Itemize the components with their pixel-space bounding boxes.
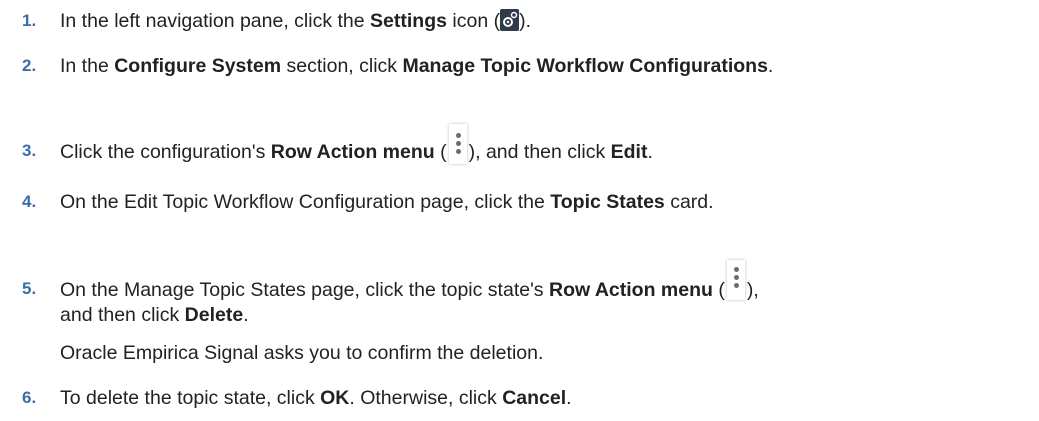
step-text: In the Configure System section, click M… (60, 55, 774, 77)
step-number: 4. (22, 192, 37, 211)
step-text: On the Edit Topic Workflow Configuration… (60, 191, 714, 213)
delete-label: Delete (184, 304, 244, 326)
settings-gear-icon (500, 9, 520, 31)
topic-states-label: Topic States (550, 191, 665, 213)
settings-label: Settings (370, 10, 447, 32)
manage-topic-workflow-label: Manage Topic Workflow Configurations (402, 55, 768, 77)
step-text-continued: and then click Delete. (60, 304, 249, 326)
step-text: To delete the topic state, click OK. Oth… (60, 387, 572, 409)
step-number: 6. (22, 388, 37, 407)
step-text: On the Manage Topic States page, click t… (60, 260, 759, 302)
step-number: 2. (22, 56, 37, 75)
step-text: Click the configuration's Row Action men… (60, 124, 653, 164)
step-number: 1. (22, 11, 37, 30)
row-action-menu-label: Row Action menu (548, 279, 713, 301)
vertical-ellipsis-icon (726, 260, 745, 300)
vertical-ellipsis-icon (448, 124, 467, 164)
step-text: In the left navigation pane, click the S… (60, 9, 531, 32)
row-action-menu-label: Row Action menu (270, 141, 435, 163)
edit-label: Edit (610, 141, 648, 163)
step-note: Oracle Empirica Signal asks you to confi… (60, 342, 544, 364)
cancel-label: Cancel (502, 387, 567, 409)
ok-label: OK (320, 387, 350, 409)
configure-system-label: Configure System (114, 55, 282, 77)
step-number: 3. (22, 141, 37, 160)
step-number: 5. (22, 279, 37, 298)
